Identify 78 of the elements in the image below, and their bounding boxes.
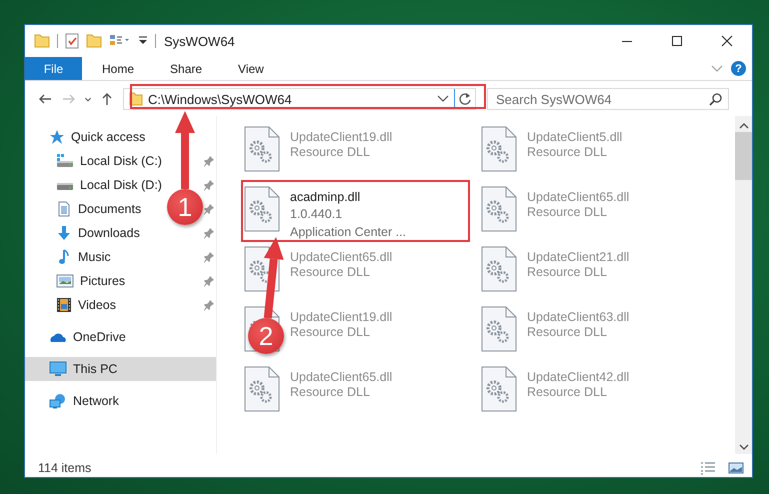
file-name: UpdateClient65.dll (290, 369, 392, 385)
sidebar-item[interactable]: OneDrive (25, 325, 126, 349)
refresh-icon[interactable] (458, 92, 472, 106)
sidebar-item[interactable]: This PC (25, 357, 216, 381)
film-strip-icon (56, 297, 72, 313)
file-detail: 1.0.440.1 (290, 206, 344, 223)
properties-icon[interactable] (109, 34, 131, 48)
gear-file-icon (244, 186, 280, 232)
star-icon (49, 129, 65, 145)
sidebar-item[interactable]: Local Disk (C:) (25, 149, 162, 173)
sidebar-item[interactable]: Network (25, 389, 119, 413)
file-name: UpdateClient63.dll (527, 309, 630, 325)
file-detail: Resource DLL (290, 265, 371, 280)
large-icons-view-icon[interactable] (728, 461, 744, 475)
file-name: acadminp.dll (290, 189, 362, 205)
file-detail: Resource DLL (290, 385, 371, 400)
pin-icon[interactable] (203, 155, 215, 167)
document-icon (56, 201, 72, 217)
caret-icon[interactable] (138, 35, 148, 47)
address-bar[interactable]: C:\Windows\SysWOW64 (123, 88, 476, 110)
file-name: UpdateClient65.dll (290, 249, 392, 265)
pin-icon[interactable] (203, 275, 215, 287)
close-icon[interactable] (721, 35, 733, 47)
drive-icon (56, 153, 74, 169)
sidebar-item[interactable]: Music (25, 245, 111, 269)
download-arrow-icon (56, 225, 72, 241)
file-name: UpdateClient5.dll (527, 129, 622, 145)
chevron-down-icon[interactable] (437, 95, 449, 103)
gear-file-icon (244, 366, 280, 412)
sidebar-item[interactable]: Quick access (25, 125, 146, 149)
sidebar-item[interactable]: Downloads (25, 221, 140, 245)
ribbon-tab[interactable]: Share (154, 57, 218, 80)
search-field[interactable]: Search SysWOW64 (487, 88, 729, 110)
file-detail: Resource DLL (527, 145, 608, 160)
sidebar-item[interactable]: Documents (25, 197, 142, 221)
file-name: UpdateClient65.dll (527, 189, 630, 205)
search-icon (709, 93, 722, 106)
pin-icon[interactable] (203, 227, 215, 239)
help-button[interactable]: ? (731, 61, 746, 76)
gear-file-icon (481, 366, 517, 412)
file-detail: Resource DLL (527, 385, 608, 400)
sidebar-item[interactable]: Videos (25, 293, 116, 317)
file-detail: Application Center ... (290, 224, 406, 241)
scroll-thumb[interactable] (735, 132, 752, 180)
picture-icon (56, 273, 74, 289)
monitor-icon (49, 361, 67, 377)
file-detail: Resource DLL (527, 205, 608, 220)
maximize-icon[interactable] (671, 35, 683, 47)
checklist-icon[interactable] (65, 33, 79, 49)
gear-file-icon (481, 306, 517, 352)
pin-icon[interactable] (203, 251, 215, 263)
scroll-up-icon[interactable] (738, 122, 748, 130)
scrollbar[interactable] (735, 116, 752, 454)
sidebar-item[interactable]: Local Disk (D:) (25, 173, 162, 197)
file-name: UpdateClient19.dll (290, 129, 392, 145)
file-detail: Resource DLL (527, 265, 608, 280)
pin-icon[interactable] (203, 179, 215, 191)
item-count: 114 items (38, 461, 92, 475)
sidebar-item[interactable]: Pictures (25, 269, 126, 293)
gear-file-icon (481, 246, 517, 292)
details-view-icon[interactable] (700, 461, 716, 475)
pin-icon[interactable] (203, 203, 215, 215)
file-name: UpdateClient21.dll (527, 249, 630, 265)
file-menu-button[interactable]: File (25, 57, 82, 80)
file-detail: Resource DLL (527, 325, 608, 340)
ribbon-tab[interactable]: View (222, 57, 280, 80)
gear-file-icon (244, 126, 280, 172)
ribbon-tab[interactable]: Home (86, 57, 150, 80)
window-title: SysWOW64 (164, 34, 235, 48)
gear-file-icon (481, 186, 517, 232)
gear-file-icon (481, 126, 517, 172)
file-detail: Resource DLL (290, 145, 371, 160)
pin-icon[interactable] (203, 299, 215, 311)
file-name: UpdateClient42.dll (527, 369, 630, 385)
file-detail: Resource DLL (290, 325, 371, 340)
scroll-down-icon[interactable] (738, 443, 748, 451)
network-icon (49, 393, 67, 409)
file-name: UpdateClient19.dll (290, 309, 392, 325)
